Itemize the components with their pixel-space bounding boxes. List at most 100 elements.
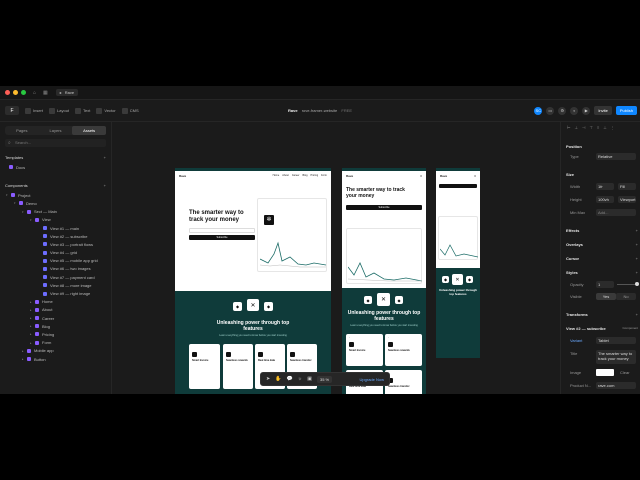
tree-caret-icon[interactable]: ▸ [30,316,33,320]
close-window-button[interactable] [5,90,10,95]
mobile-frame[interactable]: Rave ≡ ◆ ✕ ◆ Unleashing power through to… [436,168,480,358]
tree-item[interactable]: View #3 — portrait flows [0,240,111,248]
tree-item[interactable]: View #4 — grid [0,249,111,257]
tree-caret-icon[interactable]: ▸ [22,349,25,353]
insert-tool[interactable]: Insert [25,107,43,114]
tree-caret-icon[interactable]: ▸ [30,300,33,304]
cms-tool[interactable]: CMS [121,107,139,114]
tree-item[interactable]: View #1 — main [0,224,111,232]
overlays-section[interactable]: Overlays + [566,242,638,247]
tree-item[interactable]: View #2 — subscribe [0,232,111,240]
preview-icon[interactable]: ◐ [570,106,579,115]
sun-icon[interactable]: ☼ [298,376,303,382]
tree-item[interactable]: ▸ Form [0,339,111,347]
tab-pages[interactable]: Pages [5,126,39,135]
tree-item[interactable]: ▸ Button [0,355,111,363]
effects-section[interactable]: Effects + [566,228,638,233]
tree-item[interactable]: ▾ View [0,216,111,224]
comment-icon[interactable]: 💬 [286,376,292,382]
frame-icon[interactable]: ▣ [307,376,312,382]
template-item[interactable]: Docs [0,163,111,171]
tab-layers[interactable]: Layers [39,126,73,135]
minmax-input[interactable]: Add... [596,209,636,216]
tree-item[interactable]: ▸ Pricing [0,330,111,338]
tree-caret-icon[interactable]: ▾ [30,218,33,222]
opacity-input[interactable]: 1 [596,281,614,288]
zoom-level[interactable]: 35 % [317,375,333,383]
variant-select[interactable]: Tablet [596,337,636,344]
tab-assets[interactable]: Assets [72,126,107,135]
tree-item[interactable]: ▸ Home [0,298,111,306]
text-tool[interactable]: Text [75,107,90,114]
desktop-frame[interactable]: Rave Home About Career Blog Pricing Form… [175,168,331,394]
tree-item[interactable]: ▸ About [0,306,111,314]
title-input[interactable]: The smarter way to track your money [596,350,636,364]
transforms-section[interactable]: Transforms + [566,312,638,317]
home-icon[interactable]: ⌂ [33,90,36,96]
visible-yes-toggle[interactable]: Yes [596,293,616,300]
align-top-icon[interactable]: ⊤ [589,125,592,130]
product-input[interactable]: rave.com [596,382,636,389]
image-thumbnail[interactable] [596,369,614,376]
tree-item[interactable]: View #6 — two images [0,265,111,273]
tree-caret-icon[interactable]: ▸ [30,332,33,336]
tree-item[interactable]: View #8 — more image [0,281,111,289]
width-input[interactable]: 1fr [596,183,614,190]
distribute-icon[interactable]: ⋮ [611,125,615,130]
tree-item[interactable]: View #7 — payment card [0,273,111,281]
project-title[interactable]: Rave rove-framer-website FREE [288,108,352,113]
add-transform-icon[interactable]: + [636,312,638,317]
align-center-icon[interactable]: ⊥ [574,125,577,130]
align-left-icon[interactable]: ⊢ [567,125,570,130]
design-canvas[interactable]: Rave Home About Career Blog Pricing Form… [112,122,560,394]
tree-item[interactable]: View #9 — right image [0,289,111,297]
tree-item[interactable]: ▸ Blog [0,322,111,330]
tree-caret-icon[interactable]: ▸ [30,324,33,328]
add-style-icon[interactable]: + [636,270,638,275]
framer-menu-button[interactable]: F [5,106,19,115]
tree-caret-icon[interactable]: ▸ [30,341,33,345]
project-tab[interactable]: ▸ Rave [55,89,79,96]
minimize-window-button[interactable] [13,90,18,95]
opacity-slider[interactable] [617,282,639,286]
height-mode-select[interactable]: Viewport [618,196,636,203]
tree-item[interactable]: ▾ Sect — Main [0,208,111,216]
grid-icon[interactable]: ▦ [43,90,48,96]
width-mode-select[interactable]: Fill [618,183,636,190]
settings-icon[interactable]: ⚙ [558,106,567,115]
layout-tool[interactable]: Layout [49,107,69,114]
align-middle-icon[interactable]: ≡ [597,125,599,130]
tree-caret-icon[interactable]: ▾ [14,201,17,205]
upgrade-button[interactable]: Upgrade Now [360,377,384,382]
add-cursor-icon[interactable]: + [636,256,638,261]
tree-caret-icon[interactable]: ▸ [22,357,25,361]
align-right-icon[interactable]: ⊣ [582,125,585,130]
play-icon[interactable]: ▶ [582,106,591,115]
opacity-slider-handle[interactable] [635,282,639,286]
tree-caret-icon[interactable]: ▾ [6,193,9,197]
tree-item[interactable]: ▾ Demo [0,199,111,207]
vector-tool[interactable]: Vector [96,107,116,114]
align-bottom-icon[interactable]: ⊥ [603,125,606,130]
add-overlay-icon[interactable]: + [636,242,638,247]
user-avatar[interactable]: SC [534,106,543,115]
add-component-icon[interactable]: + [104,183,106,188]
cursor-section[interactable]: Cursor + [566,256,638,261]
tree-item[interactable]: ▾ Project [0,191,111,199]
tablet-frame[interactable]: Rave ≡ The smarter way to track your mon… [342,168,426,394]
clear-image-button[interactable]: Clear [618,369,636,376]
tree-caret-icon[interactable]: ▸ [30,308,33,312]
invite-button[interactable]: Invite [594,106,612,115]
tree-item[interactable]: View #5 — mobile app grid [0,257,111,265]
cursor-icon[interactable]: ➤ [266,376,270,382]
add-template-icon[interactable]: + [104,155,106,160]
hand-icon[interactable]: ✋ [275,376,281,382]
publish-button[interactable]: Publish [615,106,637,115]
tree-item[interactable]: ▸ Mobile app [0,347,111,355]
maximize-window-button[interactable] [21,90,26,95]
visible-no-toggle[interactable]: No [616,293,636,300]
tree-caret-icon[interactable]: ▾ [22,210,25,214]
assets-search-input[interactable]: ⌕ Search... [5,139,106,147]
position-type-select[interactable]: Relative [596,153,636,160]
height-input[interactable]: 100vh [596,196,614,203]
